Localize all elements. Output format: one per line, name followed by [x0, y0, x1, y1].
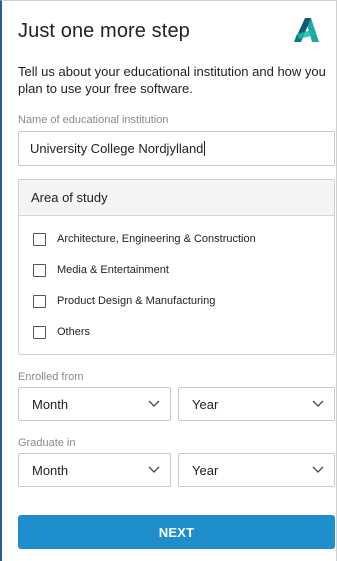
chevron-down-icon — [312, 400, 324, 407]
enrolled-label: Enrolled from — [18, 371, 84, 383]
area-of-study-box: Area of study Architecture, Engineering … — [18, 179, 335, 355]
enrolled-month-select[interactable]: Month — [18, 387, 171, 421]
institution-label: Name of educational institution — [18, 114, 169, 126]
checkbox[interactable] — [33, 232, 46, 246]
study-option-product-design[interactable]: Product Design & Manufacturing — [33, 293, 215, 309]
institution-value: University College Nordjylland — [30, 141, 204, 156]
graduate-label: Graduate in — [18, 437, 76, 449]
text-caret — [204, 141, 206, 156]
study-option-label: Architecture, Engineering & Construction — [57, 233, 256, 245]
study-option-others[interactable]: Others — [33, 324, 90, 340]
graduate-year-select[interactable]: Year — [178, 453, 335, 487]
chevron-down-icon — [312, 466, 324, 473]
institution-input[interactable]: University College Nordjylland — [18, 131, 335, 166]
study-option-label: Others — [57, 326, 91, 338]
enrolled-year-value: Year — [192, 396, 219, 412]
study-option-label: Product Design & Manufacturing — [57, 295, 216, 307]
intro-text: Tell us about your educational instituti… — [18, 64, 326, 96]
study-option-media[interactable]: Media & Entertainment — [33, 262, 169, 278]
study-option-aec[interactable]: Architecture, Engineering & Construction — [33, 231, 256, 247]
graduate-month-value: Month — [32, 462, 69, 478]
checkbox[interactable] — [33, 263, 46, 277]
checkbox[interactable] — [33, 325, 46, 339]
study-option-label: Media & Entertainment — [57, 264, 169, 276]
graduate-month-select[interactable]: Month — [18, 453, 171, 487]
checkbox[interactable] — [33, 294, 46, 308]
page-title: Just one more step — [18, 20, 190, 42]
study-heading: Area of study — [19, 180, 334, 216]
autodesk-logo — [294, 18, 319, 42]
chevron-down-icon — [148, 400, 160, 407]
header: Just one more step — [18, 18, 324, 50]
graduate-year-value: Year — [192, 462, 219, 478]
signup-panel: Just one more step Tell us about your ed… — [0, 0, 337, 561]
enrolled-month-value: Month — [32, 396, 69, 412]
enrolled-year-select[interactable]: Year — [178, 387, 335, 421]
chevron-down-icon — [148, 466, 160, 473]
next-button[interactable]: NEXT — [18, 515, 335, 549]
